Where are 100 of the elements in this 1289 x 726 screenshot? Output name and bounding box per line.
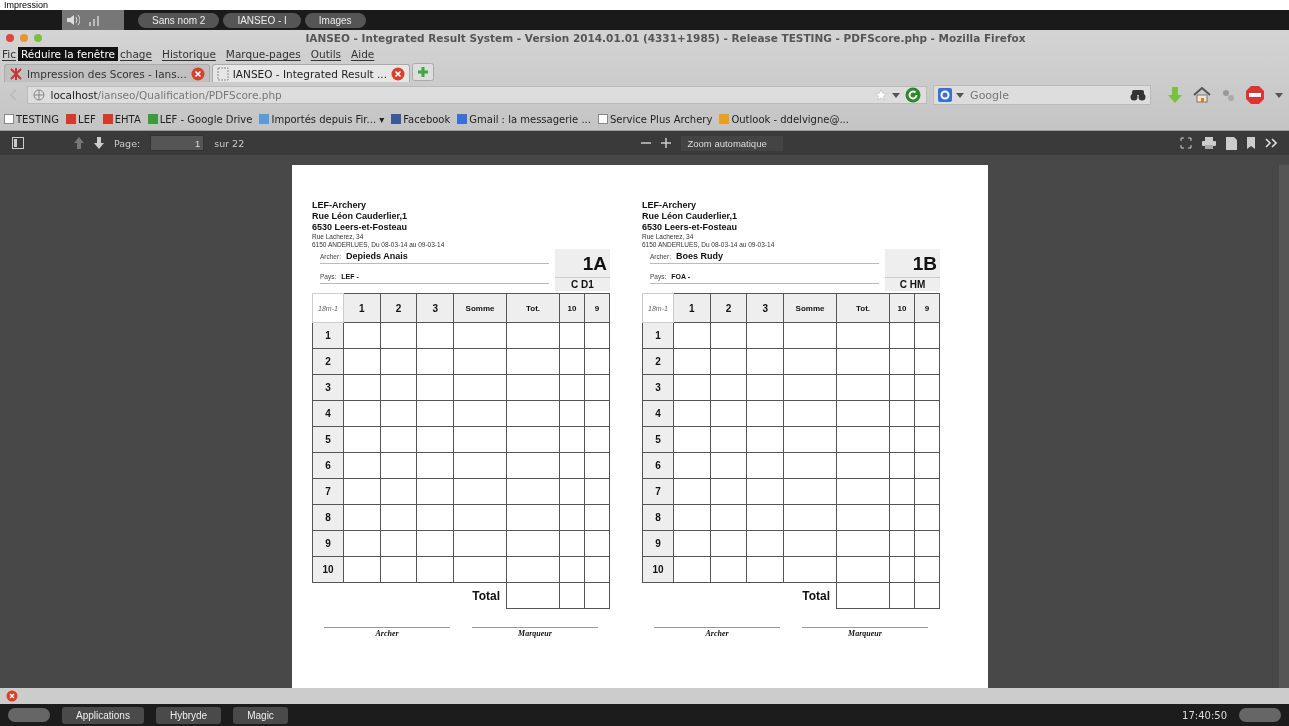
binoculars-icon[interactable] <box>1130 89 1146 101</box>
browser-tab[interactable]: IANSEO - Integrated Result ... <box>211 64 411 82</box>
home-icon[interactable] <box>1193 87 1211 103</box>
score-cell <box>673 452 711 479</box>
end-number: 9 <box>312 530 344 557</box>
score-cell <box>584 556 610 583</box>
menu-item[interactable]: Outils <box>310 48 342 60</box>
bookmark-link[interactable]: Service Plus Archery <box>597 113 713 125</box>
menu-pill-icon[interactable] <box>8 708 50 722</box>
score-cell <box>380 322 417 349</box>
taskbar-button[interactable]: Hybryde <box>155 706 222 724</box>
menu-item[interactable]: Aide <box>351 48 375 60</box>
column-header: 2 <box>710 293 747 323</box>
caret-icon[interactable] <box>1275 91 1283 99</box>
bookmark-link[interactable]: TESTING <box>4 113 60 125</box>
score-cell <box>746 348 784 375</box>
end-number: 10 <box>312 556 344 583</box>
speaker-icon[interactable] <box>66 14 80 26</box>
bookmark-icon <box>4 114 14 124</box>
target-number: 1B <box>885 249 940 277</box>
close-icon[interactable] <box>190 66 205 81</box>
score-cell <box>453 556 507 583</box>
up-arrow-icon[interactable] <box>74 137 84 149</box>
search-box[interactable]: Google <box>933 85 1151 105</box>
score-cell <box>914 452 940 479</box>
star-icon[interactable] <box>875 89 888 101</box>
bookmark-icon[interactable] <box>1247 137 1255 149</box>
score-cell <box>343 452 381 479</box>
scrollbar[interactable] <box>1279 165 1289 688</box>
column-header: 10 <box>889 293 915 323</box>
signature-line: Marqueur <box>802 627 928 638</box>
close-icon[interactable] <box>391 66 406 81</box>
column-header: Tot. <box>506 293 560 323</box>
bookmark-icon <box>457 114 468 124</box>
bookmark-link[interactable]: Facebook <box>391 113 451 125</box>
score-cell <box>453 452 507 479</box>
menu-item[interactable]: chage <box>120 48 152 60</box>
score-cell <box>584 322 610 349</box>
menu-item[interactable]: Fic <box>2 48 16 60</box>
score-cell <box>584 400 610 427</box>
document-icon[interactable] <box>1226 136 1237 150</box>
sidebar-toggle-icon[interactable] <box>12 137 24 149</box>
down-arrow-icon[interactable] <box>94 137 104 149</box>
score-cell <box>559 478 585 505</box>
end-number: 1 <box>312 322 344 349</box>
panel-task-button[interactable]: Images <box>304 12 366 28</box>
score-cell <box>343 400 381 427</box>
bookmark-link[interactable]: EHTA <box>102 113 141 125</box>
more-tools-icon[interactable] <box>1265 138 1277 148</box>
score-cell <box>380 426 417 453</box>
end-number: 8 <box>312 504 344 531</box>
score-cell <box>889 426 915 453</box>
page-number-field[interactable]: 1 <box>150 135 205 151</box>
panel-task-button[interactable]: Sans nom 2 <box>138 12 220 28</box>
score-cell <box>746 556 784 583</box>
url-field[interactable]: localhost/ianseo/Qualification/PDFScore.php <box>27 86 928 104</box>
score-cell <box>746 374 784 401</box>
zoom-in-icon[interactable] <box>661 138 672 148</box>
score-cell <box>416 374 454 401</box>
desktop-pill-icon[interactable] <box>1239 708 1281 722</box>
total-label: Total <box>416 582 507 609</box>
caret-icon[interactable] <box>892 91 901 99</box>
end-number: 10 <box>642 556 674 583</box>
bookmark-link[interactable]: Gmail : la messagerie ... <box>457 113 591 125</box>
score-cell <box>783 556 837 583</box>
score-cell <box>914 348 940 375</box>
tooltip: Réduire la fenêtre <box>17 47 118 61</box>
menu-item[interactable]: Historique <box>162 48 216 60</box>
signature-line: Marqueur <box>472 627 598 638</box>
fullscreen-icon[interactable] <box>1180 137 1192 149</box>
search-field[interactable]: Google <box>968 87 1126 103</box>
signal-icon[interactable] <box>88 14 102 26</box>
end-number: 8 <box>642 504 674 531</box>
menu-item[interactable]: Marque-pages <box>225 48 301 60</box>
bookmark-link[interactable]: Outlook - ddelvigne@... <box>719 113 849 125</box>
zoom-select[interactable]: Zoom automatique <box>681 135 783 151</box>
reload-icon[interactable] <box>905 87 922 103</box>
taskbar-button[interactable]: Magic <box>233 706 288 724</box>
score-cell <box>559 530 585 557</box>
score-cell <box>343 374 381 401</box>
caret-icon[interactable] <box>956 91 965 99</box>
score-cell <box>506 478 560 505</box>
close-icon[interactable] <box>6 690 18 702</box>
score-cell <box>710 322 747 349</box>
score-cell <box>584 348 610 375</box>
score-cell <box>914 504 940 531</box>
print-icon[interactable] <box>1202 137 1216 149</box>
score-cell <box>343 530 381 557</box>
taskbar-button[interactable]: Applications <box>62 706 144 724</box>
bookmark-link[interactable]: Importés depuis Fir... ▾ <box>259 113 385 125</box>
close-icon[interactable] <box>6 34 14 42</box>
score-cell <box>783 504 837 531</box>
bookmark-link[interactable]: LEF <box>66 113 96 125</box>
bookmark-link[interactable]: LEF - Google Drive <box>147 113 253 125</box>
browser-tab[interactable]: Impression des Scores - Ians... <box>4 64 210 82</box>
score-cell <box>783 530 837 557</box>
score-cell <box>559 426 585 453</box>
archer-name: Boes Rudy <box>675 251 723 261</box>
score-cell <box>506 530 560 557</box>
panel-task-button[interactable]: IANSEO - I <box>223 12 301 28</box>
